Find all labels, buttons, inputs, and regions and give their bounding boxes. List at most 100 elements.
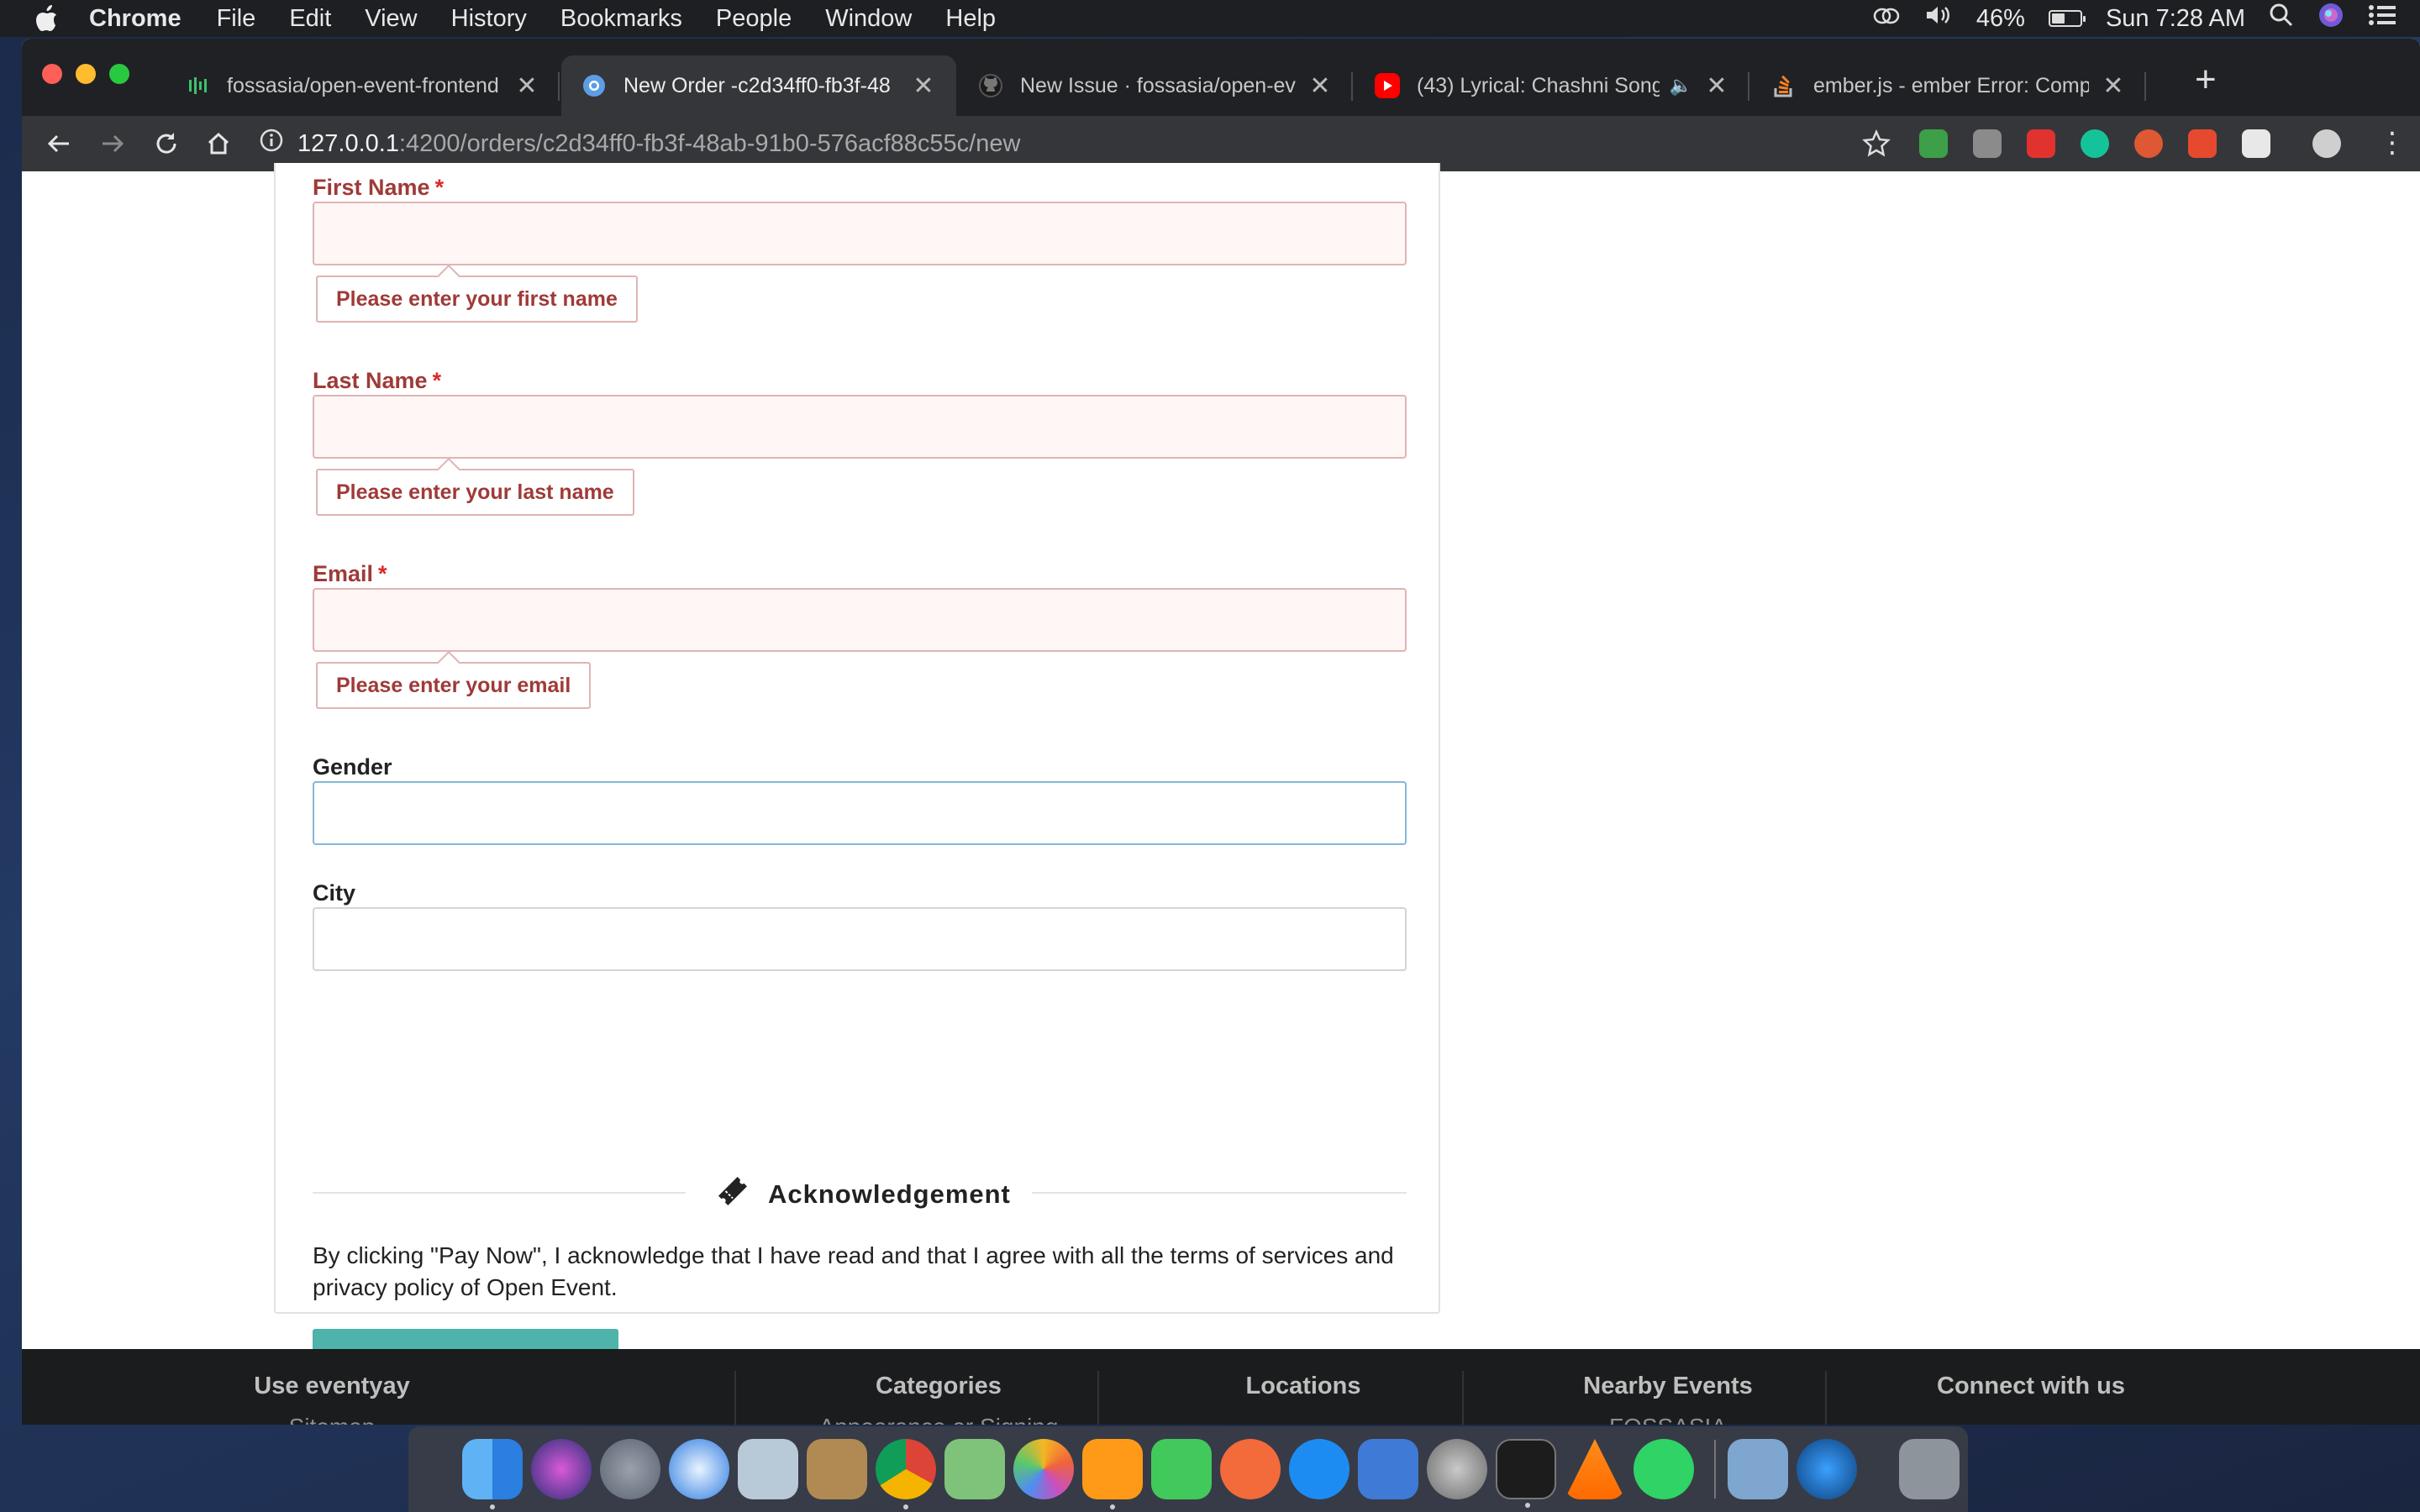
menu-window[interactable]: Window [825,5,912,33]
volume-icon[interactable] [1924,4,1953,33]
extension-video-icon[interactable] [2027,129,2055,158]
footer-link-sitemap[interactable]: Sitemap [151,1414,513,1425]
tab-title: New Order -c2d34ff0-fb3f-48 [623,73,891,97]
menu-edit[interactable]: Edit [289,5,331,33]
menu-status-area: 46% Sun 7:28 AM [1872,0,2420,37]
window-minimize-button[interactable] [76,64,96,84]
footer-col-locations: Locations [1123,1373,1484,1414]
tab-new-order[interactable]: New Order -c2d34ff0-fb3f-48 ✕ [561,55,956,116]
first-name-label-text: First Name [313,175,430,200]
new-tab-button[interactable]: + [2195,59,2217,101]
order-form-card: First Name * Please enter your first name… [274,163,1440,1393]
window-maximize-button[interactable] [109,64,129,84]
extension-touch-icon[interactable] [1973,129,2002,158]
photos-icon[interactable] [1013,1439,1074,1499]
apple-icon[interactable] [34,3,64,34]
facetime-icon[interactable] [1151,1439,1212,1499]
footer-link-appearance[interactable]: Appearance or Signing [758,1414,1119,1425]
menu-people[interactable]: People [716,5,792,33]
trash-icon[interactable] [1899,1439,1960,1499]
tab-close-icon[interactable]: ✕ [514,71,539,101]
finder-icon[interactable] [462,1439,523,1509]
footer-heading: Use eventyay [254,1373,410,1399]
maps-icon[interactable] [944,1439,1005,1499]
battery-icon[interactable] [2048,10,2086,27]
chrome-dock-icon[interactable] [876,1439,936,1509]
first-name-input[interactable] [313,202,1407,265]
stackoverflow-icon [1771,73,1797,98]
site-info-icon[interactable] [259,128,284,160]
mail-icon[interactable] [738,1439,798,1499]
siri-icon[interactable] [2317,2,2344,35]
tab-fossasia-frontend[interactable]: fossasia/open-event-frontend ✕ [165,55,560,116]
terminal-icon[interactable] [1496,1439,1556,1508]
tab-stackoverflow[interactable]: ember.js - ember Error: Compil ✕ [1751,55,2146,116]
footer-link-fossasia[interactable]: FOSSASIA [1487,1414,1849,1425]
notification-center-icon[interactable] [2368,3,2396,34]
forward-button[interactable] [89,116,136,171]
first-name-error: Please enter your first name [316,276,638,323]
gender-label: Gender [313,754,392,780]
menu-view[interactable]: View [365,5,417,33]
required-marker: * [434,175,445,200]
footer-heading: Connect with us [1937,1373,2125,1399]
whatsapp-icon[interactable] [1634,1439,1694,1499]
city-input[interactable] [313,907,1407,971]
quicktime-icon[interactable] [1797,1439,1857,1499]
app-store-icon[interactable] [1289,1439,1349,1499]
home-button[interactable] [195,116,242,171]
footer-col-connect: Connect with us [1850,1373,2212,1414]
extension-e-icon[interactable] [2188,129,2217,158]
menu-help[interactable]: Help [945,5,996,33]
menu-file[interactable]: File [217,5,256,33]
reload-button[interactable] [143,116,190,171]
menu-bookmarks[interactable]: Bookmarks [560,5,682,33]
acknowledgement-heading: Acknowledgement [714,1173,1011,1216]
acknowledgement-divider: Acknowledgement [313,1168,1407,1218]
tab-title: fossasia/open-event-frontend [227,73,499,97]
menu-app-name[interactable]: Chrome [89,5,182,33]
footer-heading: Locations [1245,1373,1361,1399]
back-button[interactable] [35,116,82,171]
footer-separator [734,1371,736,1425]
tab-youtube[interactable]: (43) Lyrical: Chashni Song 🔈 ✕ [1355,55,1749,116]
tab-close-icon[interactable]: ✕ [1704,71,1729,101]
notes-icon[interactable] [807,1439,867,1499]
launchpad-icon[interactable] [600,1439,660,1499]
chrome-menu-icon[interactable]: ⋮ [2378,126,2407,160]
window-close-button[interactable] [42,64,62,84]
clock[interactable]: Sun 7:28 AM [2106,5,2245,33]
extension-sh-icon[interactable] [2242,129,2270,158]
email-label: Email * [313,561,387,587]
url-path: :4200/orders/c2d34ff0-fb3f-48ab-91b0-576… [398,129,1021,157]
siri-dock-icon[interactable] [531,1439,592,1499]
tab-new-issue[interactable]: New Issue · fossasia/open-even ✕ [958,55,1353,116]
vlc-icon[interactable] [1565,1439,1625,1499]
sublime-text-icon[interactable] [1082,1439,1143,1509]
profile-avatar[interactable] [2312,129,2341,158]
address-bar[interactable]: 127.0.0.1:4200/orders/c2d34ff0-fb3f-48ab… [259,121,1906,166]
grammarly-icon[interactable] [2081,129,2109,158]
postman-icon[interactable] [1220,1439,1281,1499]
email-input[interactable] [313,588,1407,652]
safari-icon[interactable] [669,1439,729,1499]
github-icon [978,73,1003,98]
gender-input[interactable] [313,781,1407,845]
xcode-icon[interactable] [1358,1439,1418,1499]
tab-audio-icon[interactable]: 🔈 [1670,75,1692,97]
menu-history[interactable]: History [451,5,527,33]
spotlight-search-icon[interactable] [2269,3,2294,34]
duckduckgo-icon[interactable] [2134,129,2163,158]
tab-close-icon[interactable]: ✕ [2101,71,2126,101]
tab-close-icon[interactable]: ✕ [911,71,936,101]
preview-icon[interactable] [1728,1439,1788,1499]
tab-close-icon[interactable]: ✕ [1307,71,1333,101]
creative-cloud-icon[interactable] [1872,5,1901,33]
footer-col-use-eventyay: Use eventyay Sitemap [151,1373,513,1425]
last-name-label-text: Last Name [313,368,428,393]
bookmark-star-icon[interactable] [1862,129,1891,162]
last-name-input[interactable] [313,395,1407,459]
system-preferences-icon[interactable] [1427,1439,1487,1499]
extension-mail-icon[interactable] [1919,129,1948,158]
running-indicator [1525,1503,1530,1508]
